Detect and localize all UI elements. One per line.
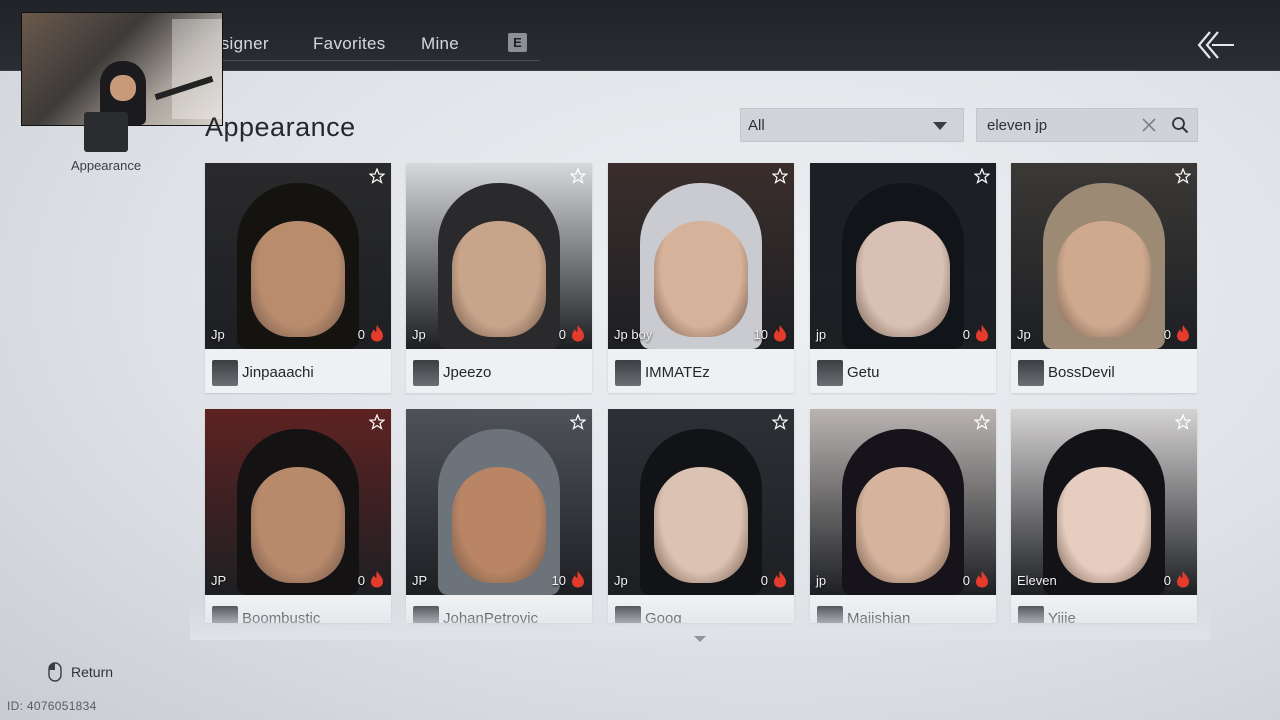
card-tag: Jp — [1017, 327, 1031, 342]
tab-divider — [210, 60, 540, 61]
creator-name[interactable]: Getu — [847, 364, 880, 381]
character-preview-image[interactable]: jp 0 — [810, 163, 996, 349]
appearance-card[interactable]: Jp boy 10 IMMATEz — [608, 163, 794, 393]
appearance-card[interactable]: JP10JohanPetrovic — [406, 409, 592, 623]
flame-icon[interactable] — [570, 324, 586, 342]
like-count: 0 — [1163, 327, 1171, 342]
creator-name[interactable]: IMMATEz — [645, 364, 710, 381]
appearance-card[interactable]: JP0Boombustic — [205, 409, 391, 623]
character-preview-image[interactable]: Eleven 0 — [1011, 409, 1197, 595]
favorite-star-icon[interactable] — [1175, 168, 1191, 184]
favorite-star-icon[interactable] — [772, 414, 788, 430]
filter-selected-value: All — [748, 117, 765, 134]
flame-icon[interactable] — [772, 324, 788, 342]
like-count: 0 — [962, 327, 970, 342]
creator-name[interactable]: BossDevil — [1048, 364, 1115, 381]
favorite-star-icon[interactable] — [772, 168, 788, 184]
creator-avatar[interactable] — [413, 360, 439, 386]
appearance-card[interactable]: jp0Majishian — [810, 409, 996, 623]
like-count: 10 — [753, 327, 768, 342]
character-preview-image[interactable]: Jp 0 — [406, 163, 592, 349]
favorite-star-icon[interactable] — [974, 168, 990, 184]
flame-icon[interactable] — [974, 324, 990, 342]
like-count: 0 — [558, 327, 566, 342]
favorite-star-icon[interactable] — [1175, 414, 1191, 430]
back-arrow-icon[interactable] — [1196, 28, 1236, 62]
player-id: ID: 4076051834 — [7, 699, 97, 713]
appearance-card[interactable]: jp 0 Getu — [810, 163, 996, 393]
card-tag: Jp — [412, 327, 426, 342]
like-count: 0 — [357, 327, 365, 342]
creator-avatar[interactable] — [1018, 360, 1044, 386]
character-preview-image[interactable]: Jp 0 — [608, 409, 794, 595]
card-tag: jp — [816, 573, 827, 588]
character-preview-image[interactable]: JP 0 — [205, 409, 391, 595]
flame-icon[interactable] — [1175, 324, 1191, 342]
like-count: 0 — [357, 573, 365, 588]
sidebar-appearance-avatar[interactable] — [84, 112, 128, 152]
creator-name[interactable]: Jpeezo — [443, 364, 491, 381]
appearance-card[interactable]: Jp 0 Jpeezo — [406, 163, 592, 393]
card-tag: Jp — [614, 573, 628, 588]
close-icon[interactable] — [1142, 118, 1156, 132]
card-tag: jp — [816, 327, 827, 342]
hotkey-e-badge[interactable]: E — [508, 33, 527, 52]
tab-favorites[interactable]: Favorites — [313, 34, 386, 54]
character-preview-image[interactable]: jp 0 — [810, 409, 996, 595]
character-preview-image[interactable]: Jp 0 — [205, 163, 391, 349]
category-filter-dropdown[interactable]: All — [740, 108, 964, 142]
favorite-star-icon[interactable] — [369, 168, 385, 184]
card-tag: JP — [412, 573, 428, 588]
search-icon[interactable] — [1171, 116, 1189, 134]
like-count: 10 — [551, 573, 566, 588]
mouse-icon — [48, 662, 62, 682]
appearance-card[interactable]: Jp 0 Jinpaaachi — [205, 163, 391, 393]
chevron-down-icon — [933, 122, 947, 130]
flame-icon[interactable] — [1175, 570, 1191, 588]
sidebar-item-appearance[interactable]: Appearance — [62, 158, 150, 173]
character-preview-image[interactable]: Jp 0 — [1011, 163, 1197, 349]
card-tag: Eleven — [1017, 573, 1057, 588]
flame-icon[interactable] — [570, 570, 586, 588]
like-count: 0 — [962, 573, 970, 588]
flame-icon[interactable] — [772, 570, 788, 588]
appearance-card[interactable]: Jp 0 BossDevil — [1011, 163, 1197, 393]
search-input[interactable] — [987, 115, 1127, 135]
appearance-card[interactable]: Eleven0Yijie — [1011, 409, 1197, 623]
tab-mine[interactable]: Mine — [421, 34, 459, 54]
flame-icon[interactable] — [369, 324, 385, 342]
page-title: Appearance — [205, 112, 356, 142]
scroll-down-icon[interactable] — [694, 636, 706, 642]
like-count: 0 — [760, 573, 768, 588]
creator-name[interactable]: Jinpaaachi — [242, 364, 314, 381]
flame-icon[interactable] — [974, 570, 990, 588]
favorite-star-icon[interactable] — [974, 414, 990, 430]
appearance-card[interactable]: Jp0Goog — [608, 409, 794, 623]
favorite-star-icon[interactable] — [369, 414, 385, 430]
favorite-star-icon[interactable] — [570, 414, 586, 430]
creator-avatar[interactable] — [817, 360, 843, 386]
card-tag: Jp boy — [614, 327, 653, 342]
card-tag: Jp — [211, 327, 225, 342]
creator-avatar[interactable] — [615, 360, 641, 386]
webcam-overlay — [21, 12, 223, 126]
character-preview-image[interactable]: JP 10 — [406, 409, 592, 595]
like-count: 0 — [1163, 573, 1171, 588]
character-preview-image[interactable]: Jp boy 10 — [608, 163, 794, 349]
card-tag: JP — [211, 573, 227, 588]
flame-icon[interactable] — [369, 570, 385, 588]
creator-avatar[interactable] — [212, 360, 238, 386]
return-button[interactable]: Return — [71, 664, 113, 680]
favorite-star-icon[interactable] — [570, 168, 586, 184]
search-box[interactable] — [976, 108, 1198, 142]
